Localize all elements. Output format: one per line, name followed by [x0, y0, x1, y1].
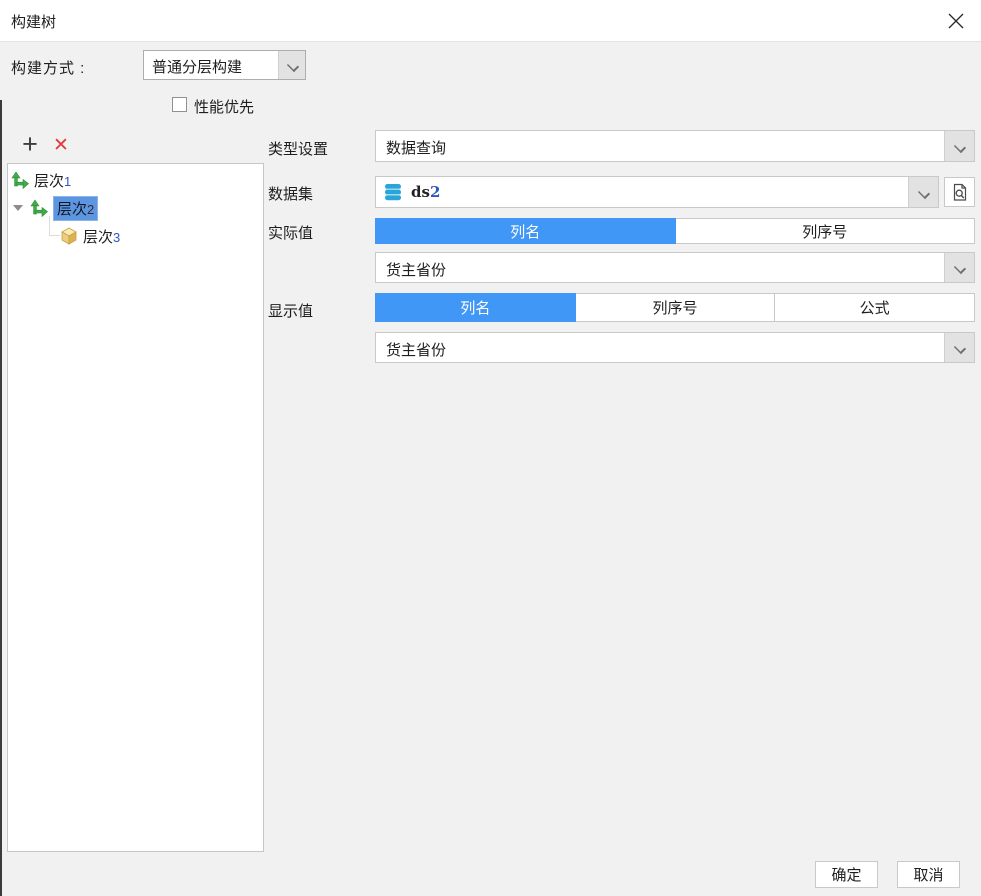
display-tab-column-name[interactable]: 列名	[375, 293, 576, 322]
cube-icon	[61, 227, 77, 245]
chevron-down-icon	[287, 60, 298, 71]
display-value-dropdown-button[interactable]	[944, 333, 974, 362]
display-value-tabgroup: 列名 列序号 公式	[375, 293, 976, 322]
cancel-button[interactable]: 取消	[897, 861, 960, 888]
build-tree-dialog: 构建树 构建方式 : 普通分层构建 性能优先 + ✕ 层次1 层次2 层次3 类…	[0, 0, 981, 896]
dataset-value-wrap: ds2	[376, 177, 908, 207]
display-value-selected: 货主省份	[386, 342, 447, 359]
chevron-down-icon	[954, 342, 965, 353]
performance-checkbox-label: 性能优先	[194, 99, 255, 116]
expander-collapse-icon[interactable]	[13, 205, 23, 211]
dialog-title: 构建树	[11, 14, 57, 31]
background-window-edge-left	[0, 100, 2, 896]
build-mode-select[interactable]: 普通分层构建	[143, 50, 306, 80]
actual-value-tabgroup: 列名 列序号	[375, 218, 975, 244]
actual-value-select[interactable]: 货主省份	[375, 252, 975, 283]
tree-item-label: 层次1	[34, 172, 72, 190]
dataset-dropdown-button[interactable]	[908, 177, 938, 207]
chevron-down-icon	[918, 187, 929, 198]
actual-value-dropdown-button[interactable]	[944, 253, 974, 282]
tree-item-label: 层次3	[83, 228, 121, 246]
tree-item-level2[interactable]: 层次2	[13, 195, 99, 221]
performance-checkbox[interactable]	[172, 97, 187, 112]
dataset-preview-button[interactable]	[944, 177, 975, 207]
preview-document-icon	[953, 183, 966, 201]
type-setting-dropdown-button[interactable]	[944, 131, 974, 161]
dialog-titlebar: 构建树	[0, 0, 981, 42]
ok-button[interactable]: 确定	[815, 861, 878, 888]
build-mode-label: 构建方式 :	[11, 60, 86, 77]
dataset-label: 数据集	[268, 186, 314, 203]
type-setting-label: 类型设置	[268, 141, 329, 158]
dataset-value: ds2	[411, 183, 441, 201]
chevron-down-icon	[954, 141, 965, 152]
delete-level-button[interactable]: ✕	[49, 135, 73, 159]
display-tab-formula[interactable]: 公式	[775, 293, 976, 322]
display-tab-column-index[interactable]: 列序号	[575, 293, 776, 322]
dataset-select[interactable]: ds2	[375, 176, 939, 208]
branch-icon	[11, 171, 29, 189]
tree-item-level1[interactable]: 层次1	[11, 168, 71, 192]
actual-value-label: 实际值	[268, 225, 314, 242]
add-level-button[interactable]: +	[17, 131, 43, 159]
type-setting-value: 数据查询	[386, 140, 447, 157]
tree-connector-line	[49, 235, 60, 236]
display-value-label: 显示值	[268, 303, 314, 320]
type-setting-select[interactable]: 数据查询	[375, 130, 975, 162]
branch-icon	[30, 199, 48, 217]
level-tree-panel: 层次1 层次2 层次3	[7, 163, 264, 852]
build-mode-dropdown-button[interactable]	[278, 51, 305, 79]
actual-value-selected: 货主省份	[386, 262, 447, 279]
tree-item-level3[interactable]: 层次3	[60, 224, 120, 248]
actual-tab-column-name[interactable]: 列名	[375, 218, 676, 244]
display-value-select[interactable]: 货主省份	[375, 332, 975, 363]
close-button[interactable]	[943, 8, 969, 34]
build-mode-value: 普通分层构建	[152, 59, 243, 76]
database-icon	[385, 184, 401, 201]
chevron-down-icon	[954, 262, 965, 273]
close-icon	[948, 13, 964, 29]
tree-item-label-selected: 层次2	[53, 195, 99, 221]
actual-tab-column-index[interactable]: 列序号	[675, 218, 975, 244]
